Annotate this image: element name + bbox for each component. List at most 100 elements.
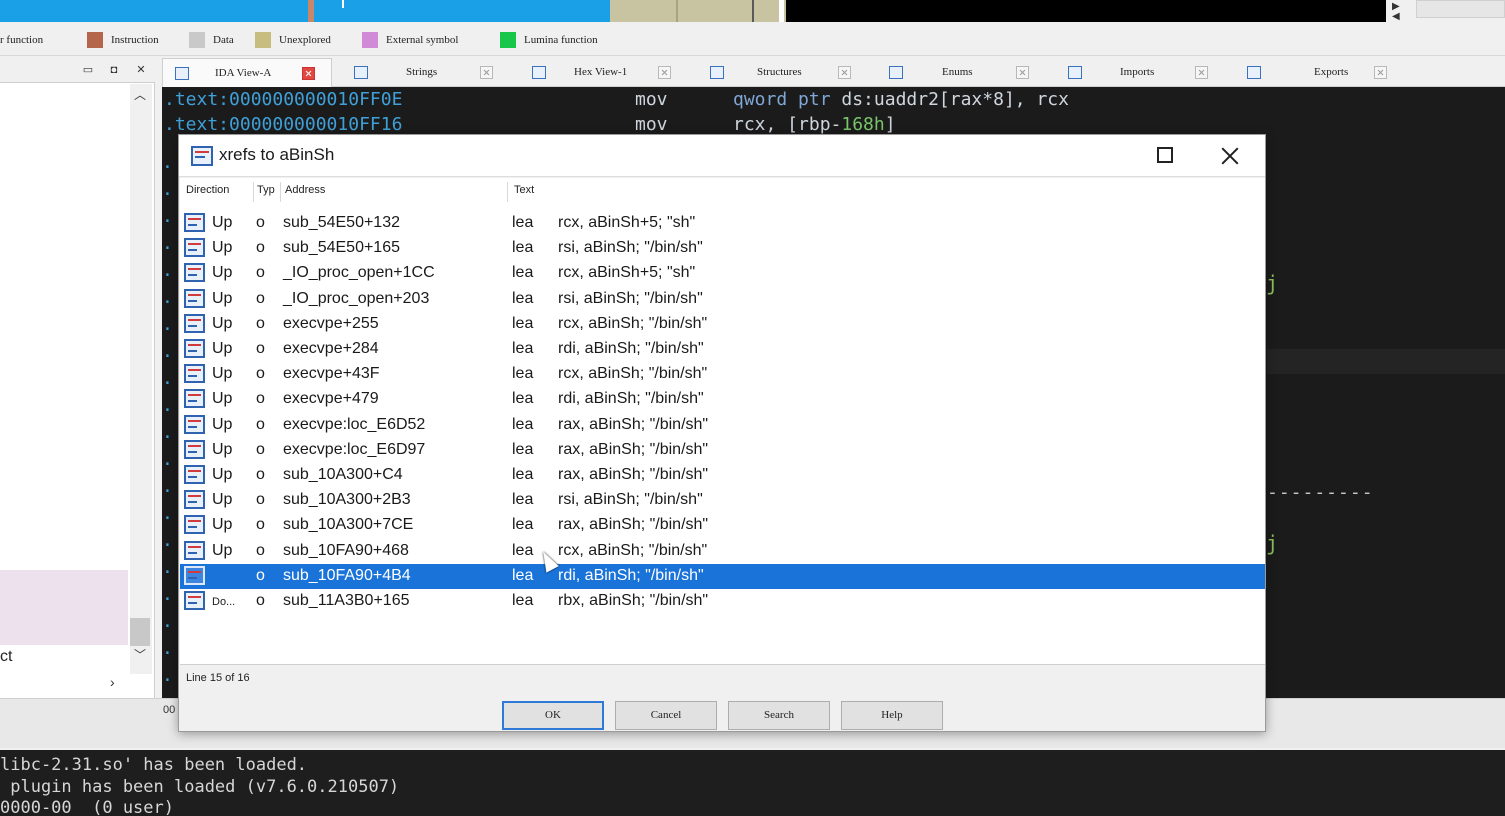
column-header-direction[interactable]: Direction — [186, 184, 229, 196]
table-row[interactable]: Up o execvpe:loc_E6D52 lea rax, aBinSh; "/bi… — [180, 413, 1265, 438]
close-tab-icon[interactable] — [838, 66, 851, 79]
close-icon[interactable]: ✕ — [135, 64, 147, 76]
table-row[interactable]: Up o execvpe+255 lea rcx, aBinSh; "/bin/sh" — [180, 312, 1265, 337]
table-row[interactable]: Up o _IO_proc_open+203 lea rsi, aBinSh; "/bi… — [180, 287, 1265, 312]
view-tab-bar: IDA View-A Strings Hex View-1 Structures… — [162, 58, 1505, 87]
scroll-thumb[interactable] — [130, 618, 150, 646]
direction-cell: Up — [212, 314, 233, 332]
tab-label: Strings — [406, 66, 438, 78]
direction-cell: Do... — [212, 596, 236, 608]
cancel-button[interactable]: Cancel — [615, 701, 717, 730]
tab-imports[interactable]: Imports — [1055, 58, 1210, 87]
close-icon[interactable] — [1219, 145, 1241, 167]
mnemonic-cell: lea — [512, 516, 534, 534]
ok-button[interactable]: OK — [502, 701, 604, 730]
close-tab-icon[interactable] — [1016, 66, 1029, 79]
table-header: Direction Typ Address Text — [180, 178, 1265, 206]
table-row[interactable]: Up o sub_10A300+7CE lea rax, aBinSh; "/bin/s… — [180, 513, 1265, 538]
legend-label: External symbol — [386, 34, 459, 46]
direction-cell: Up — [212, 239, 233, 257]
table-row[interactable]: o sub_10FA90+4B4 lea rdi, aBinSh; "/bin/sh" — [180, 563, 1265, 589]
operand-number: 168h — [841, 114, 885, 135]
address-cell: execvpe+255 — [283, 314, 379, 332]
address-cell: execvpe:loc_E6D52 — [283, 415, 426, 433]
search-button[interactable]: Search — [728, 701, 830, 730]
tab-label: Hex View-1 — [574, 66, 628, 78]
legend-item: Data — [189, 32, 234, 48]
column-header-address[interactable]: Address — [285, 184, 325, 196]
legend-label: Unexplored — [279, 34, 331, 46]
tab-exports[interactable]: Exports — [1234, 58, 1389, 87]
nav-band-scroll-arrow[interactable]: ▶ ◀ — [1392, 2, 1406, 22]
column-divider[interactable] — [280, 182, 281, 202]
dialog-title-bar[interactable]: xrefs to aBinSh — [179, 135, 1265, 177]
table-row[interactable]: Up o sub_10A300+C4 lea rax, aBinSh; "/bin/sh… — [180, 463, 1265, 488]
close-tab-icon[interactable] — [1374, 66, 1387, 79]
xrefs-table[interactable]: Direction Typ Address Text Up o sub_54E50+… — [180, 178, 1265, 664]
help-button[interactable]: Help — [841, 701, 943, 730]
navigation-band[interactable]: ▶ ◀ — [0, 0, 1505, 24]
table-row[interactable]: Up o sub_10FA90+468 lea rcx, aBinSh; "/bin/s… — [180, 539, 1265, 564]
table-row[interactable]: Up o execvpe+479 lea rdi, aBinSh; "/bin/sh" — [180, 387, 1265, 412]
close-tab-icon[interactable] — [302, 67, 315, 80]
disasm-mnemonic: mov — [635, 114, 668, 135]
disasm-fragment: j — [1266, 531, 1279, 555]
float-icon[interactable]: ◘ — [108, 64, 120, 76]
mnemonic-cell: lea — [512, 264, 534, 282]
scroll-down-icon[interactable]: ﹀ — [134, 646, 146, 663]
table-row[interactable]: Up o execvpe:loc_E6D97 lea rax, aBinSh; "/bi… — [180, 438, 1265, 463]
table-row[interactable]: Up o execvpe+284 lea rdi, aBinSh; "/bin/sh" — [180, 337, 1265, 362]
type-cell: o — [256, 239, 265, 257]
nav-band-segment — [786, 0, 1386, 22]
address-cell: execvpe+479 — [283, 390, 379, 408]
xref-icon — [184, 263, 205, 283]
column-header-type[interactable]: Typ — [257, 184, 275, 196]
close-tab-icon[interactable] — [1195, 66, 1208, 79]
xref-icon — [184, 364, 205, 384]
tab-ida-view-a[interactable]: IDA View-A — [162, 58, 332, 87]
tab-hex-view-1[interactable]: Hex View-1 — [520, 58, 675, 87]
output-line: 0000-00 (0 user) — [0, 798, 174, 816]
panel-header: ▭ ◘ ✕ — [0, 58, 155, 83]
type-cell: o — [256, 340, 265, 357]
output-window[interactable]: libc-2.31.so' has been loaded. plugin ha… — [0, 750, 1505, 816]
type-cell: o — [256, 365, 265, 383]
scroll-up-icon[interactable]: ︿ — [134, 86, 146, 103]
xref-icon — [184, 565, 205, 585]
maximize-icon[interactable] — [1157, 147, 1173, 163]
nav-band-position-marker — [779, 0, 784, 22]
xrefs-dialog: xrefs to aBinSh Direction Typ Address Te… — [178, 134, 1266, 732]
table-row[interactable]: Do... o sub_11A3B0+165 lea rbx, aBinSh; "/bi… — [180, 589, 1265, 614]
operand-keyword: qword ptr — [733, 89, 831, 110]
mnemonic-cell: lea — [512, 289, 534, 307]
table-row[interactable]: Up o sub_54E50+132 lea rcx, aBinSh+5; "sh" — [180, 211, 1265, 236]
column-divider[interactable] — [253, 182, 254, 202]
disasm-address: .text:000000000010FF16 — [164, 114, 403, 135]
type-cell: o — [256, 264, 265, 282]
close-tab-icon[interactable] — [658, 66, 671, 79]
table-row[interactable]: Up o _IO_proc_open+1CC lea rcx, aBinSh+5; "s… — [180, 261, 1265, 286]
type-cell: o — [256, 541, 265, 559]
column-header-text[interactable]: Text — [514, 184, 534, 196]
close-tab-icon[interactable] — [480, 66, 493, 79]
restore-icon[interactable]: ▭ — [82, 64, 94, 76]
type-cell: o — [256, 466, 265, 483]
tab-structures[interactable]: Structures — [698, 58, 853, 87]
mnemonic-cell: lea — [512, 390, 534, 408]
table-row[interactable]: Up o sub_10A300+2B3 lea rsi, aBinSh; "/bin/s… — [180, 488, 1265, 513]
scroll-right-icon[interactable]: › — [110, 674, 115, 690]
operands-cell: rdi, aBinSh; "/bin/sh" — [558, 390, 704, 408]
table-row[interactable]: Up o sub_54E50+165 lea rsi, aBinSh; "/bin/sh… — [180, 236, 1265, 261]
tab-enums[interactable]: Enums — [877, 58, 1032, 87]
tab-strings[interactable]: Strings — [342, 58, 497, 87]
address-cell: sub_10A300+7CE — [283, 516, 414, 534]
legend-label: Data — [213, 34, 234, 46]
operands-cell: rcx, aBinSh; "/bin/sh" — [558, 314, 708, 332]
panel-scrollbar[interactable]: ︿ ﹀ — [130, 84, 152, 674]
table-row[interactable]: Up o execvpe+43F lea rcx, aBinSh; "/bin/sh" — [180, 362, 1265, 387]
disasm-line[interactable]: .text:000000000010FF0E mov qword ptr ds:… — [162, 89, 1505, 113]
disasm-mnemonic: mov — [635, 89, 668, 110]
nav-band-position-marker — [308, 0, 314, 22]
operands-cell: rcx, aBinSh; "/bin/sh" — [558, 365, 708, 383]
column-divider[interactable] — [507, 182, 508, 202]
